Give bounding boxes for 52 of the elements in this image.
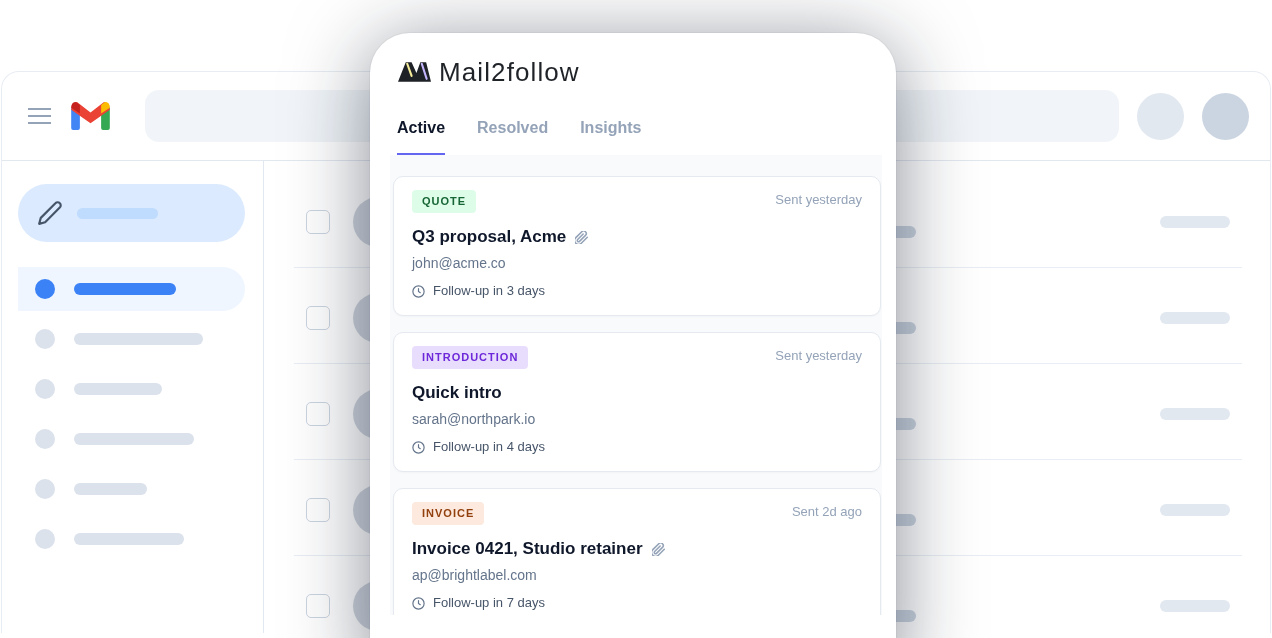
checkbox[interactable] [306,209,330,234]
skeleton-bar [896,321,916,334]
clock-icon [412,596,425,610]
m-logo-icon[interactable] [71,102,110,130]
dot-icon [35,279,55,299]
skeleton-bar [1160,599,1230,612]
follow-up-text: Follow-up in 4 days [433,438,545,456]
follow-up-card[interactable]: QUOTE Sent yesterday Q3 proposal, Acme john@acme.co Follow-up in 3 days [393,176,881,316]
brand-name: Mail2follow [439,57,580,87]
follow-up-card[interactable]: INTRODUCTION Sent yesterday Quick intro sarah@northpark.io Follow-up in 4 days [393,332,881,472]
dot-icon [35,479,55,499]
sent-time: Sent yesterday [775,347,862,365]
checkbox[interactable] [306,401,330,426]
clock-icon [412,440,425,454]
follow-up-text: Follow-up in 3 days [433,282,545,300]
skeleton-bar [896,225,916,238]
category-tag: INVOICE [412,502,485,525]
category-tag: QUOTE [412,190,477,213]
circle-icon[interactable] [1137,92,1184,140]
checkbox[interactable] [306,305,330,330]
follow-up-card[interactable]: INVOICE Sent 2d ago Invoice 0421, Studio retainer ap@brightlabel.com Follow-up in 7 days [393,488,881,615]
dot-icon [35,379,55,399]
logo-icon [398,62,431,82]
skeleton-bar [896,513,916,526]
avatar-icon[interactable] [1202,92,1249,140]
menu-icon[interactable] [28,108,51,124]
email-subject: Quick intro [412,382,502,404]
category-tag: INTRODUCTION [412,346,529,369]
pencil-icon [37,200,63,226]
skeleton-bar [896,609,916,622]
sender-email: john@acme.co [412,254,506,272]
follow-up-text: Follow-up in 7 days [433,594,545,612]
sender-email: sarah@northpark.io [412,410,536,428]
paperclip-icon [651,542,665,556]
skeleton-bar [1160,215,1230,228]
paperclip-icon [575,230,589,244]
skeleton-bar [1160,503,1230,516]
checkbox[interactable] [306,593,330,618]
dot-icon [35,429,55,449]
nav-item[interactable] [18,267,245,311]
skeleton-bar [1160,407,1230,420]
skeleton-bar [1160,311,1230,324]
dot-icon [35,529,55,549]
sender-email: ap@brightlabel.com [412,566,537,584]
sent-time: Sent yesterday [775,191,862,209]
email-subject: Invoice 0421, Studio retainer [412,538,643,560]
sent-time: Sent 2d ago [791,503,862,521]
email-subject: Q3 proposal, Acme [412,226,567,248]
clock-icon [412,284,425,298]
skeleton-bar [896,417,916,430]
dot-icon [35,329,55,349]
checkbox[interactable] [306,497,330,522]
